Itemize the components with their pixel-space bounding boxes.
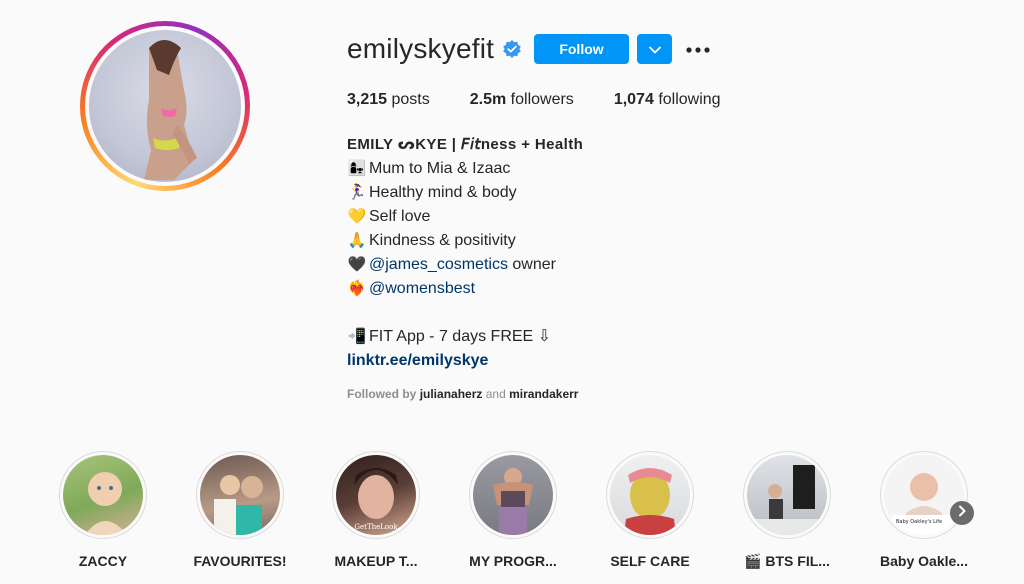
highlight-label: Baby Oakle... (880, 553, 968, 569)
praying-hands-emoji-icon: 🙏 (347, 232, 367, 249)
bio-line: 👩‍👧 Mum to Mia & Izaac (347, 157, 767, 181)
posts-stat: 3,215 posts (347, 91, 430, 108)
profile-stats: 3,215 posts 2.5m followers 1,074 followi… (347, 91, 761, 109)
highlight-cover-text: GetTheLook (354, 523, 398, 531)
highlight-label: MY PROGR... (469, 553, 557, 569)
highlight-cover (473, 455, 553, 535)
bio-line: ❤️‍🔥 @womensbest (347, 277, 767, 301)
profile-avatar (89, 30, 241, 182)
highlight-cover (200, 455, 280, 535)
highlight-label: ZACCY (78, 553, 128, 569)
highlight-cover (747, 455, 827, 535)
highlight-label: MAKEUP T... (334, 553, 418, 569)
highlight-cover (610, 455, 690, 535)
highlights-next-button[interactable] (950, 501, 974, 525)
highlight-item[interactable]: 🎬 BTS FIL... (727, 451, 847, 570)
family-emoji-icon: 👩‍👧 (347, 160, 367, 177)
bio-line: 🙏 Kindness & positivity (347, 229, 767, 253)
highlight-item[interactable]: FAVOURITES! (180, 451, 300, 569)
bio-external-link[interactable]: linktr.ee/emilyskye (347, 349, 488, 373)
running-woman-emoji-icon: 🏃‍♀️ (347, 184, 367, 201)
bio-line: linktr.ee/emilyskye (347, 349, 767, 373)
verified-badge-icon (502, 39, 522, 59)
bio-name: ΕMILY ᔕKYE | 𝘍𝘪𝘵ness + Health (347, 136, 584, 153)
bio-line: 💛 Self love (347, 205, 767, 229)
highlight-label: FAVOURITES! (193, 553, 287, 569)
highlight-cover-text: Baby Oakley's Life (896, 519, 942, 525)
highlight-label: SELF CARE (610, 553, 690, 569)
followed-by-user[interactable]: julianaherz (420, 387, 483, 401)
following-stat[interactable]: 1,074 following (614, 91, 721, 109)
follow-button[interactable]: Follow (534, 34, 629, 64)
more-options-button[interactable] (684, 36, 712, 62)
followed-by-text[interactable]: Followed by julianaherz and mirandakerr (347, 387, 578, 401)
chevron-right-icon (957, 504, 967, 522)
mention-link-james-cosmetics[interactable]: @james_cosmetics (369, 253, 508, 277)
yellow-heart-emoji-icon: 💛 (347, 208, 367, 225)
heart-on-fire-emoji-icon: ❤️‍🔥 (347, 280, 367, 297)
bio-line: 📲 FIT App - 7 days FREE ⇩ (347, 325, 767, 349)
highlight-item[interactable]: GetTheLook MAKEUP T... (316, 451, 436, 569)
ellipsis-icon (686, 40, 710, 58)
username: emilyskyefit (347, 33, 495, 64)
highlight-item[interactable]: ZACCY (43, 451, 163, 569)
highlight-label: 🎬 BTS FIL... (744, 553, 830, 569)
mention-link-womensbest[interactable]: @womensbest (369, 277, 475, 301)
mobile-phone-arrow-emoji-icon: 📲 (347, 328, 367, 345)
highlight-item[interactable]: MY PROGR... (453, 451, 573, 569)
black-heart-emoji-icon: 🖤 (347, 256, 367, 273)
highlight-item[interactable]: SELF CARE (590, 451, 710, 569)
chevron-down-icon (648, 42, 661, 57)
highlight-cover: GetTheLook (336, 455, 416, 535)
followed-by-user[interactable]: mirandakerr (509, 387, 578, 401)
username-row: emilyskyefit (347, 32, 522, 66)
story-highlights: ZACCY FAVOURITES! GetTheLook MAKEUP T...… (58, 451, 978, 571)
highlight-cover (63, 455, 143, 535)
bio-line: 🖤 @james_cosmetics owner (347, 253, 767, 277)
profile-bio: ΕMILY ᔕKYE | 𝘍𝘪𝘵ness + Health 👩‍👧 Mum to… (347, 133, 767, 373)
highlight-cover: Baby Oakley's Life (884, 455, 964, 535)
followers-stat[interactable]: 2.5m followers (470, 91, 574, 109)
bio-line: 🏃‍♀️ Healthy mind & body (347, 181, 767, 205)
profile-avatar-ring[interactable] (80, 21, 250, 191)
suggested-accounts-dropdown-button[interactable] (637, 34, 672, 64)
